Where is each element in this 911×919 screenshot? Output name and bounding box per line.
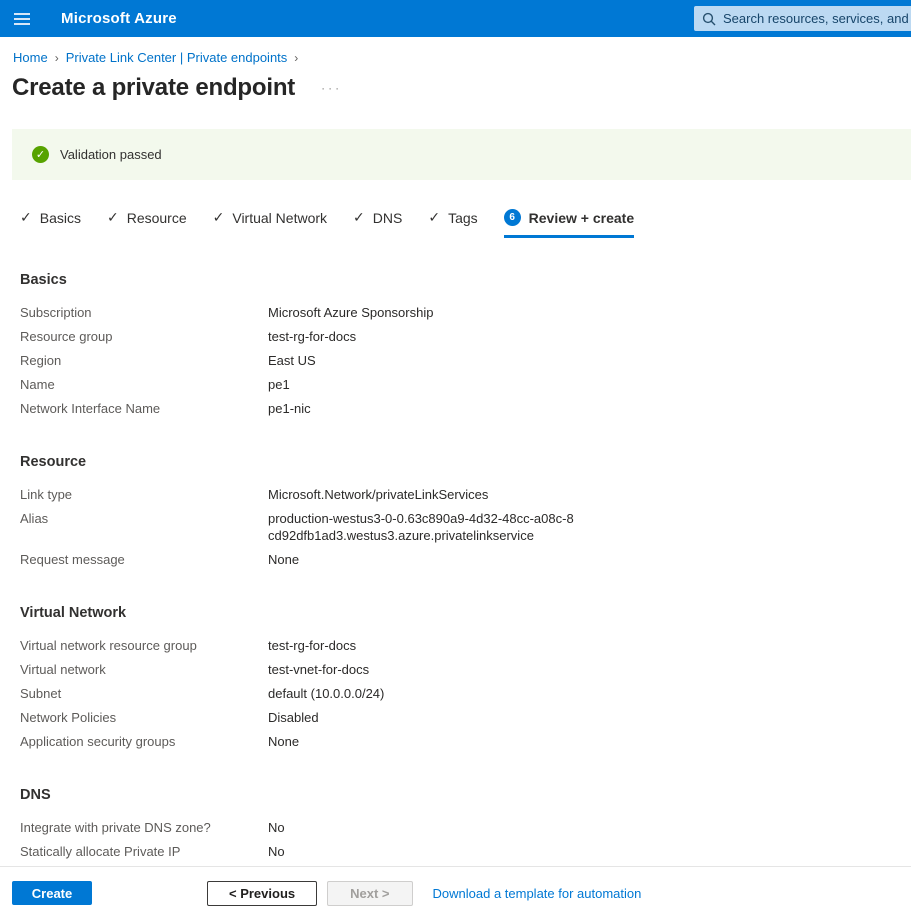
field-value: No <box>268 843 285 860</box>
hamburger-menu-icon[interactable] <box>0 0 44 37</box>
field-label: Resource group <box>20 328 268 345</box>
field-value: production-westus3-0-0.63c890a9-4d32-48c… <box>268 510 574 544</box>
section-basics: Basics SubscriptionMicrosoft Azure Sponso… <box>20 272 911 420</box>
field-row-application-security-groups: Application security groupsNone <box>20 729 911 753</box>
tab-tags[interactable]: ✓ Tags <box>428 209 477 238</box>
field-value: None <box>268 733 299 750</box>
field-value: Disabled <box>268 709 319 726</box>
field-value: default (10.0.0.0/24) <box>268 685 384 702</box>
field-label: Request message <box>20 551 268 568</box>
field-row-subnet: Subnetdefault (10.0.0.0/24) <box>20 681 911 705</box>
field-row-name: Namepe1 <box>20 372 911 396</box>
breadcrumb-link-home[interactable]: Home <box>13 50 48 65</box>
section-title: Basics <box>20 272 911 288</box>
field-value: None <box>268 551 299 568</box>
section-title: DNS <box>20 787 911 803</box>
field-value: East US <box>268 352 316 369</box>
tab-resource[interactable]: ✓ Resource <box>107 209 187 238</box>
search-icon <box>702 12 716 26</box>
checkmark-icon: ✓ <box>107 209 119 226</box>
validation-message: Validation passed <box>60 147 162 162</box>
field-value: Microsoft.Network/privateLinkServices <box>268 486 488 503</box>
validation-banner: ✓ Validation passed <box>12 129 911 180</box>
footer: Create < Previous Next > Download a temp… <box>0 866 911 919</box>
section-title: Resource <box>20 454 911 470</box>
field-label: Application security groups <box>20 733 268 750</box>
field-label: Statically allocate Private IP <box>20 843 268 860</box>
field-label: Link type <box>20 486 268 503</box>
field-value: test-rg-for-docs <box>268 328 356 345</box>
field-row-network-interface-name: Network Interface Namepe1-nic <box>20 396 911 420</box>
field-value: test-rg-for-docs <box>268 637 356 654</box>
tab-dns[interactable]: ✓ DNS <box>353 209 402 238</box>
field-value: No <box>268 819 285 836</box>
review-sections: Basics SubscriptionMicrosoft Azure Sponso… <box>20 272 911 863</box>
breadcrumb-separator: › <box>55 51 59 65</box>
field-row-network-policies: Network PoliciesDisabled <box>20 705 911 729</box>
tab-label: Review + create <box>529 210 634 226</box>
field-label: Network Policies <box>20 709 268 726</box>
tab-bar: ✓ Basics ✓ Resource ✓ Virtual Network ✓ DNS ✓ Tag… <box>20 209 911 238</box>
field-label: Network Interface Name <box>20 400 268 417</box>
page-header: Create a private endpoint ··· <box>12 74 911 102</box>
field-row-link-type: Link typeMicrosoft.Network/privateLinkSe… <box>20 482 911 506</box>
global-search[interactable] <box>694 6 911 31</box>
topbar: Microsoft Azure <box>0 0 911 37</box>
tab-label: Tags <box>448 210 478 226</box>
field-value: Microsoft Azure Sponsorship <box>268 304 433 321</box>
more-options-icon[interactable]: ··· <box>321 81 342 95</box>
tab-virtual-network[interactable]: ✓ Virtual Network <box>213 209 327 238</box>
check-circle-icon: ✓ <box>32 146 49 163</box>
field-row-alias: Aliasproduction-westus3-0-0.63c890a9-4d3… <box>20 506 911 547</box>
create-button[interactable]: Create <box>12 881 92 905</box>
section-virtual-network: Virtual Network Virtual network resource … <box>20 605 911 753</box>
field-row-request-message: Request messageNone <box>20 547 911 571</box>
field-label: Integrate with private DNS zone? <box>20 819 268 836</box>
tab-review-create[interactable]: 6 Review + create <box>504 209 634 238</box>
breadcrumb-link-private-link-center-private-endpoints[interactable]: Private Link Center | Private endpoints <box>66 50 288 65</box>
checkmark-icon: ✓ <box>428 209 440 226</box>
field-label: Virtual network <box>20 661 268 678</box>
field-value: test-vnet-for-docs <box>268 661 369 678</box>
field-label: Alias <box>20 510 268 544</box>
field-row-virtual-network-resource-group: Virtual network resource grouptest-rg-fo… <box>20 633 911 657</box>
tab-label: Virtual Network <box>232 210 327 226</box>
previous-button[interactable]: < Previous <box>207 881 317 906</box>
field-value: pe1 <box>268 376 290 393</box>
field-row-statically-allocate-private-ip: Statically allocate Private IPNo <box>20 839 911 863</box>
page-title: Create a private endpoint <box>12 74 295 102</box>
step-number-badge: 6 <box>504 209 521 226</box>
section-title: Virtual Network <box>20 605 911 621</box>
field-label: Name <box>20 376 268 393</box>
tab-label: Basics <box>40 210 81 226</box>
tab-basics[interactable]: ✓ Basics <box>20 209 81 238</box>
field-label: Region <box>20 352 268 369</box>
field-row-integrate-with-private-dns-zone: Integrate with private DNS zone?No <box>20 815 911 839</box>
tab-label: Resource <box>127 210 187 226</box>
field-row-resource-group: Resource grouptest-rg-for-docs <box>20 324 911 348</box>
field-label: Subnet <box>20 685 268 702</box>
app-title: Microsoft Azure <box>61 10 177 27</box>
next-button: Next > <box>327 881 412 906</box>
field-row-virtual-network: Virtual networktest-vnet-for-docs <box>20 657 911 681</box>
breadcrumb-separator: › <box>294 51 298 65</box>
field-row-subscription: SubscriptionMicrosoft Azure Sponsorship <box>20 300 911 324</box>
download-template-link[interactable]: Download a template for automation <box>433 886 642 901</box>
breadcrumb: Home › Private Link Center | Private endpo… <box>13 50 911 65</box>
checkmark-icon: ✓ <box>213 209 225 226</box>
checkmark-icon: ✓ <box>353 209 365 226</box>
section-dns: DNSIntegrate with private DNS zone?NoSta… <box>20 787 911 863</box>
field-value: pe1-nic <box>268 400 311 417</box>
section-resource: Resource Link typeMicrosoft.Network/priva… <box>20 454 911 571</box>
field-label: Virtual network resource group <box>20 637 268 654</box>
field-row-region: RegionEast US <box>20 348 911 372</box>
field-label: Subscription <box>20 304 268 321</box>
checkmark-icon: ✓ <box>20 209 32 226</box>
tab-label: DNS <box>373 210 403 226</box>
search-input[interactable] <box>723 11 911 26</box>
